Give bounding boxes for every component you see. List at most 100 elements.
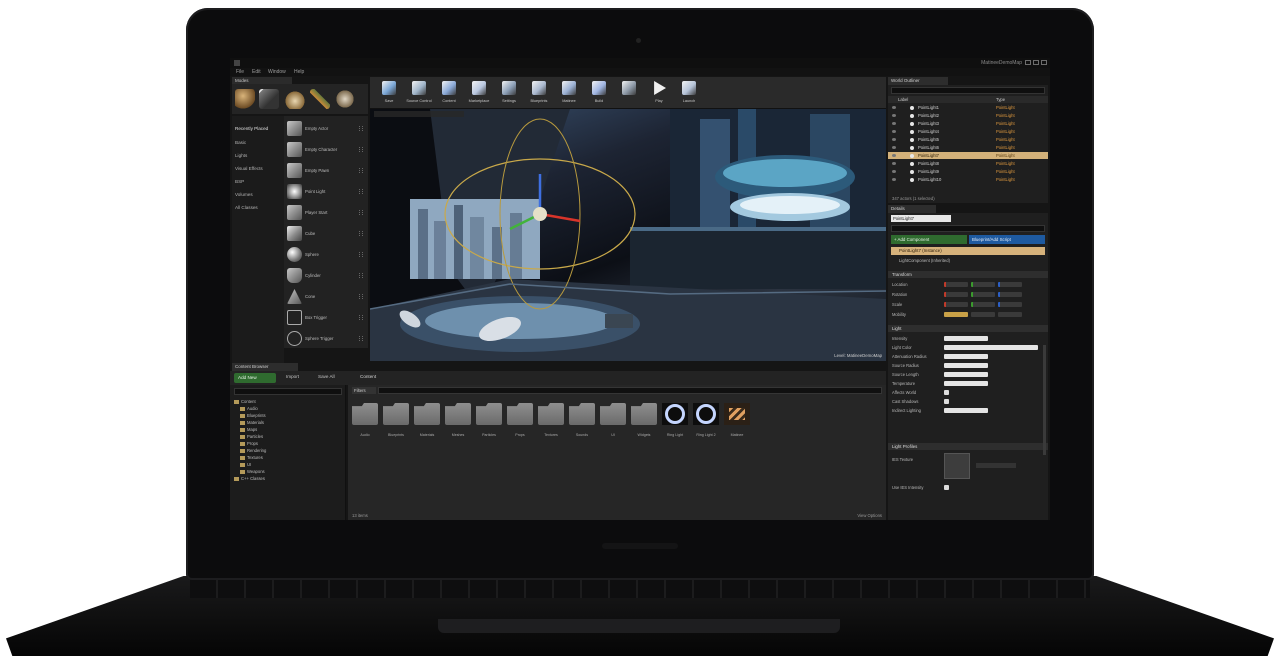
section-light-profiles[interactable]: Light Profiles (888, 443, 1048, 450)
visibility-eye-icon[interactable] (892, 106, 896, 109)
category-volumes[interactable]: Volumes (235, 192, 253, 197)
modes-tab[interactable]: Modes (232, 77, 292, 84)
menu-edit[interactable]: Edit (252, 69, 261, 75)
drag-handle-icon[interactable] (359, 315, 363, 320)
details-scrollbar[interactable] (1043, 345, 1046, 455)
place-item[interactable]: Box Trigger (287, 309, 365, 327)
details-search-input[interactable] (891, 225, 1045, 232)
view-options-button[interactable]: View Options (857, 513, 882, 518)
affects-world-checkbox[interactable] (944, 390, 949, 395)
visibility-eye-icon[interactable] (892, 122, 896, 125)
filters-button[interactable]: Filters (352, 387, 376, 394)
outliner-row[interactable]: PointLight7 PointLight (888, 152, 1048, 159)
toolbar-button[interactable]: Marketplace (464, 79, 494, 108)
scale-z-field[interactable] (998, 302, 1022, 307)
minimize-icon[interactable] (1025, 60, 1031, 65)
place-item[interactable]: Cube (287, 225, 365, 243)
indirect-lighting-field[interactable] (944, 408, 988, 413)
asset-search-input[interactable] (378, 387, 882, 394)
blueprint-script-button[interactable]: Blueprint/Add Script (969, 235, 1045, 244)
mobility-stationary-toggle[interactable] (971, 312, 995, 317)
folder-tile[interactable]: Props (507, 403, 533, 445)
folder-tile[interactable]: Textures (538, 403, 564, 445)
place-item[interactable]: Sphere Trigger (287, 330, 365, 348)
menu-window[interactable]: Window (268, 69, 286, 75)
tree-item[interactable]: Textures (240, 455, 263, 460)
location-x-field[interactable] (944, 282, 968, 287)
category-lights[interactable]: Lights (235, 153, 247, 158)
source-radius-field[interactable] (944, 363, 988, 368)
category-recently-placed[interactable]: Recently Placed (235, 126, 268, 131)
add-component-button[interactable]: + Add Component (891, 235, 967, 244)
location-y-field[interactable] (971, 282, 995, 287)
asset-tile[interactable]: Ring Light 2 (693, 403, 719, 445)
drag-handle-icon[interactable] (359, 273, 363, 278)
source-length-field[interactable] (944, 372, 988, 377)
ies-texture-picker[interactable] (976, 463, 1016, 468)
outliner-row[interactable]: PointLight6 PointLight (888, 144, 1048, 151)
close-icon[interactable] (1041, 60, 1047, 65)
outliner-row[interactable]: PointLight5 PointLight (888, 136, 1048, 143)
tree-item[interactable]: Audio (240, 406, 258, 411)
folder-tile[interactable]: Materials (414, 403, 440, 445)
place-item[interactable]: Sphere (287, 246, 365, 264)
category-basic[interactable]: Basic (235, 140, 246, 145)
place-item[interactable]: Cylinder (287, 267, 365, 285)
level-viewport[interactable]: Level: MatineeDemoMap (370, 109, 886, 361)
column-label[interactable]: Label (898, 97, 908, 102)
cast-shadows-checkbox[interactable] (944, 399, 949, 404)
folder-tile[interactable]: Widgets (631, 403, 657, 445)
mobility-movable-toggle[interactable] (998, 312, 1022, 317)
component-row[interactable]: LightComponent (Inherited) (891, 257, 1045, 264)
folder-tile[interactable]: Blueprints (383, 403, 409, 445)
place-item[interactable]: Point Light (287, 183, 365, 201)
tree-item-content[interactable]: Content (234, 399, 256, 404)
actor-name-field[interactable]: PointLight7 (891, 215, 951, 222)
category-all-classes[interactable]: All Classes (235, 205, 258, 210)
ies-texture-thumbnail[interactable] (944, 453, 970, 479)
visibility-eye-icon[interactable] (892, 114, 896, 117)
mobility-static-toggle[interactable] (944, 312, 968, 317)
tree-item[interactable]: Rendering (240, 448, 266, 453)
toolbar-button[interactable]: Blueprints (524, 79, 554, 108)
outliner-row[interactable]: PointLight10 PointLight (888, 176, 1048, 183)
world-outliner-tab[interactable]: World Outliner (888, 77, 948, 85)
scale-x-field[interactable] (944, 302, 968, 307)
drag-handle-icon[interactable] (359, 231, 363, 236)
content-path[interactable]: Content (360, 374, 376, 379)
toolbar-button[interactable]: Matinee (554, 79, 584, 108)
visibility-eye-icon[interactable] (892, 154, 896, 157)
save-all-button[interactable]: Save All (318, 374, 335, 379)
visibility-eye-icon[interactable] (892, 138, 896, 141)
folder-tile[interactable]: Particles (476, 403, 502, 445)
location-z-field[interactable] (998, 282, 1022, 287)
tree-item[interactable]: Maps (240, 427, 257, 432)
scale-y-field[interactable] (971, 302, 995, 307)
tree-item[interactable]: Weapons (240, 469, 265, 474)
paint-mode-icon[interactable] (259, 89, 279, 109)
menu-file[interactable]: File (236, 69, 244, 75)
visibility-eye-icon[interactable] (892, 178, 896, 181)
outliner-row[interactable]: PointLight3 PointLight (888, 120, 1048, 127)
component-row-selected[interactable]: PointLight7 (Instance) (891, 247, 1045, 255)
use-ies-intensity-checkbox[interactable] (944, 485, 949, 490)
add-new-button[interactable]: Add New (234, 373, 276, 383)
section-transform[interactable]: Transform (888, 271, 1048, 278)
outliner-row[interactable]: PointLight8 PointLight (888, 160, 1048, 167)
drag-handle-icon[interactable] (359, 126, 363, 131)
outliner-row[interactable]: PointLight4 PointLight (888, 128, 1048, 135)
drag-handle-icon[interactable] (359, 252, 363, 257)
visibility-eye-icon[interactable] (892, 130, 896, 133)
toolbar-button[interactable]: Content (434, 79, 464, 108)
toolbar-button[interactable]: Save (374, 79, 404, 108)
toolbar-button[interactable]: Source Control (404, 79, 434, 108)
temperature-field[interactable] (944, 381, 988, 386)
section-light[interactable]: Light (888, 325, 1048, 332)
place-mode-icon[interactable] (235, 89, 255, 109)
drag-handle-icon[interactable] (359, 147, 363, 152)
folder-tile[interactable]: Meshes (445, 403, 471, 445)
category-bsp[interactable]: BSP (235, 179, 244, 184)
maximize-icon[interactable] (1033, 60, 1039, 65)
tree-item[interactable]: Materials (240, 420, 264, 425)
column-type[interactable]: Type (996, 97, 1005, 102)
